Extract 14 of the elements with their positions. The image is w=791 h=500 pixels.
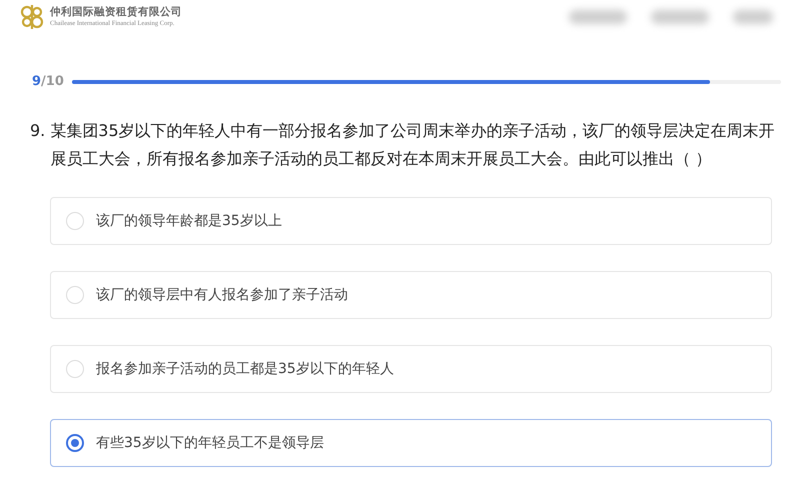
logo-icon [18,3,46,31]
option-label: 该厂的领导年龄都是35岁以上 [96,212,282,230]
question-text: 某集团35岁以下的年轻人中有一部分报名参加了公司周末举办的亲子活动，该厂的领导层决定在周末开展员工大会，所有报名参加亲子活动的员工都反对在本周末开展员工大会。由此可以推出（ ） [50,120,776,170]
option-label: 该厂的领导层中有人报名参加了亲子活动 [96,286,348,304]
company-name: 仲利国际融资租赁有限公司 [50,6,182,19]
answer-option[interactable]: 报名参加亲子活动的员工都是35岁以下的年轻人 [50,345,772,393]
option-label: 报名参加亲子活动的员工都是35岁以下的年轻人 [96,360,394,378]
radio-button[interactable] [66,434,84,452]
answer-option[interactable]: 该厂的领导年龄都是35岁以上 [50,197,772,245]
answer-option[interactable]: 有些35岁以下的年轻员工不是领导层 [50,419,772,467]
progress-counter: 9/10 [32,74,64,89]
answer-option[interactable]: 该厂的领导层中有人报名参加了亲子活动 [50,271,772,319]
option-label: 有些35岁以下的年轻员工不是领导层 [96,434,324,452]
question-number: 9. [30,120,46,142]
